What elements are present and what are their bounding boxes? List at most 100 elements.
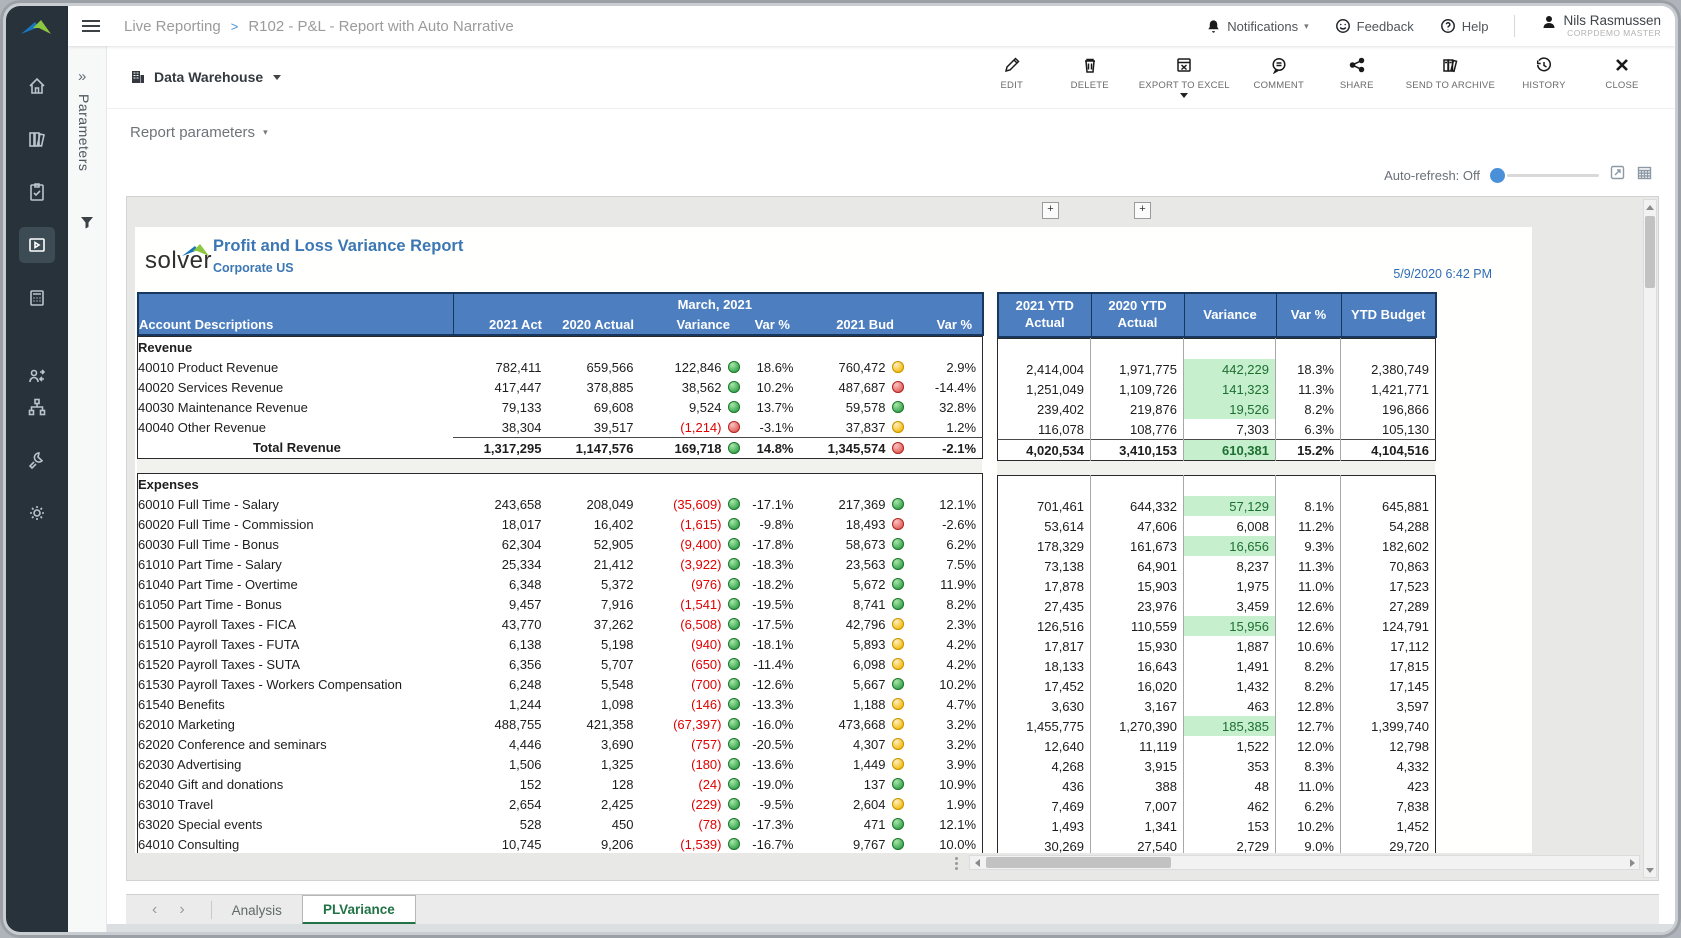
edit-button[interactable]: EDIT bbox=[973, 56, 1051, 91]
cell bbox=[892, 594, 908, 614]
breadcrumb-current: R102 - P&L - Report with Auto Narrative bbox=[248, 18, 513, 35]
cell: 17,452 bbox=[998, 676, 1091, 696]
vertical-scrollbar[interactable] bbox=[1643, 199, 1657, 878]
user-menu[interactable]: Nils Rasmussen CorpDemo Master bbox=[1541, 14, 1661, 39]
sidebar-item-calculator[interactable] bbox=[19, 280, 55, 316]
filter-icon[interactable] bbox=[79, 214, 95, 235]
breadcrumb-root[interactable]: Live Reporting bbox=[124, 18, 221, 35]
cell: 2.9% bbox=[908, 357, 983, 377]
scroll-left-arrow[interactable] bbox=[970, 856, 984, 869]
export-view-icon[interactable] bbox=[1609, 164, 1626, 186]
sidebar-item-tasks[interactable] bbox=[19, 174, 55, 210]
table-row: 60030 Full Time - Bonus62,30452,905(9,40… bbox=[138, 534, 983, 554]
green-status-icon bbox=[728, 718, 740, 730]
chevron-down-icon[interactable] bbox=[1180, 93, 1188, 98]
cell: -12.6% bbox=[744, 674, 800, 694]
red-status-icon bbox=[728, 421, 740, 433]
cell: 610,381 bbox=[1184, 440, 1276, 461]
cell: 423 bbox=[1341, 776, 1436, 796]
notifications-button[interactable]: Notifications ▾ bbox=[1206, 18, 1308, 34]
vertical-scroll-thumb[interactable] bbox=[1645, 216, 1655, 288]
cell: 153 bbox=[1184, 816, 1276, 836]
green-status-icon bbox=[892, 778, 904, 790]
delete-button[interactable]: DELETE bbox=[1051, 56, 1129, 91]
cell: 1,270,390 bbox=[1091, 716, 1184, 736]
sidebar-item-home[interactable] bbox=[19, 68, 55, 104]
menu-icon[interactable] bbox=[82, 20, 100, 32]
cell: 54,288 bbox=[1341, 516, 1436, 536]
cell: 116,078 bbox=[998, 419, 1091, 440]
tab-analysis[interactable]: Analysis bbox=[212, 895, 302, 925]
comment-label: COMMENT bbox=[1254, 80, 1304, 91]
outline-expand-button[interactable]: + bbox=[1042, 202, 1059, 219]
cell: 63010 Travel bbox=[138, 794, 453, 814]
cell: 61540 Benefits bbox=[138, 694, 453, 714]
send-to-archive-button[interactable]: SEND TO ARCHIVE bbox=[1396, 56, 1505, 91]
cell: 1.2% bbox=[908, 417, 983, 438]
cell: 12.6% bbox=[1276, 596, 1341, 616]
history-icon bbox=[1535, 56, 1553, 74]
scroll-right-arrow[interactable] bbox=[1625, 856, 1639, 869]
cell bbox=[1184, 476, 1276, 497]
sidebar-item-tools[interactable] bbox=[19, 442, 55, 478]
sidebar-item-integrations[interactable] bbox=[19, 389, 55, 425]
cell: 79,133 bbox=[453, 397, 548, 417]
horizontal-scroll-thumb[interactable] bbox=[986, 857, 1171, 868]
content: Data Warehouse EDIT DELETE EXPORT TO EXC… bbox=[106, 46, 1675, 932]
sidebar-item-settings[interactable] bbox=[19, 495, 55, 531]
feedback-button[interactable]: Feedback bbox=[1335, 18, 1414, 34]
cell: 23,563 bbox=[800, 554, 892, 574]
trash-icon bbox=[1081, 56, 1099, 74]
grid-view-icon[interactable] bbox=[1636, 164, 1653, 186]
chevron-down-icon: ▾ bbox=[263, 127, 268, 138]
sidebar-item-report-library[interactable] bbox=[19, 121, 55, 157]
history-button[interactable]: HISTORY bbox=[1505, 56, 1583, 91]
solver-logo-icon bbox=[19, 16, 55, 40]
outline-expand-button[interactable]: + bbox=[1134, 202, 1151, 219]
user-name: Nils Rasmussen bbox=[1563, 14, 1661, 29]
help-button[interactable]: Help bbox=[1440, 18, 1489, 34]
cell: 217,369 bbox=[800, 494, 892, 514]
green-status-icon bbox=[728, 381, 740, 393]
tab-plvariance[interactable]: PLVariance bbox=[302, 895, 416, 925]
next-sheet-arrow[interactable]: › bbox=[179, 901, 184, 919]
sidebar-item-report-viewer[interactable] bbox=[19, 227, 55, 263]
scrollbar-grip[interactable] bbox=[955, 857, 958, 870]
cell: -17.8% bbox=[744, 534, 800, 554]
cell bbox=[728, 794, 744, 814]
monthly-table-header: March, 2021 Account Descriptions 2021 Ac… bbox=[137, 292, 984, 336]
close-button[interactable]: CLOSE bbox=[1583, 56, 1661, 91]
horizontal-scrollbar[interactable] bbox=[969, 855, 1640, 870]
scroll-up-arrow[interactable] bbox=[1644, 200, 1656, 214]
parameters-rail-label: Parameters bbox=[76, 94, 92, 171]
cell: 12.1% bbox=[908, 494, 983, 514]
table-row: 17,81715,9301,88710.6%17,112 bbox=[998, 636, 1436, 656]
export-to-excel-button[interactable]: EXPORT TO EXCEL bbox=[1129, 56, 1240, 98]
cell: 644,332 bbox=[1091, 496, 1184, 516]
auto-refresh-slider[interactable] bbox=[1490, 168, 1505, 183]
auto-refresh-track[interactable] bbox=[1507, 174, 1599, 177]
prev-sheet-arrow[interactable]: ‹ bbox=[152, 901, 157, 919]
cell: 11.0% bbox=[1276, 576, 1341, 596]
data-source-selector[interactable]: Data Warehouse bbox=[130, 69, 281, 85]
cell: 38,562 bbox=[640, 377, 728, 397]
expand-rail-icon[interactable]: » bbox=[78, 68, 86, 85]
cell: -13.3% bbox=[744, 694, 800, 714]
green-status-icon bbox=[892, 538, 904, 550]
cell: 62030 Advertising bbox=[138, 754, 453, 774]
cell: 11,119 bbox=[1091, 736, 1184, 756]
green-status-icon bbox=[728, 618, 740, 630]
cell: 62040 Gift and donations bbox=[138, 774, 453, 794]
scroll-down-arrow[interactable] bbox=[1644, 863, 1656, 877]
share-button[interactable]: SHARE bbox=[1318, 56, 1396, 91]
period-header-row: March, 2021 bbox=[138, 293, 983, 314]
comment-button[interactable]: COMMENT bbox=[1240, 56, 1318, 91]
report-parameters-toggle[interactable]: Report parameters ▾ bbox=[130, 124, 268, 141]
cell: 18.6% bbox=[744, 357, 800, 377]
table-row: 60010 Full Time - Salary243,658208,049(3… bbox=[138, 494, 983, 514]
cell: 1,493 bbox=[998, 816, 1091, 836]
smiley-icon bbox=[1335, 18, 1351, 34]
cell: 1,452 bbox=[1341, 816, 1436, 836]
cell: 3.9% bbox=[908, 754, 983, 774]
column-header: YTD Budget bbox=[1341, 293, 1436, 337]
